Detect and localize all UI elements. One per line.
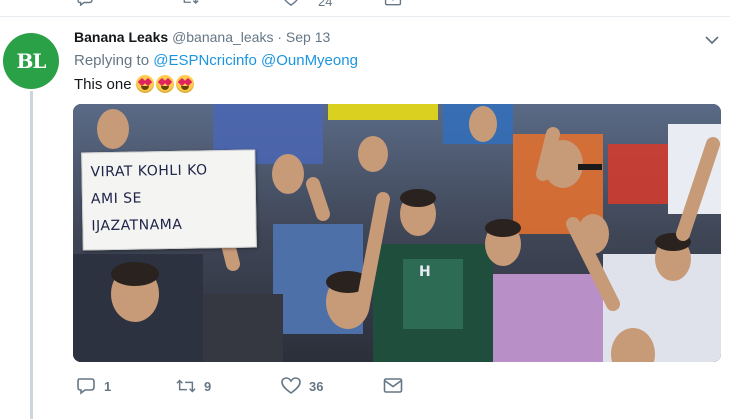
author-handle[interactable]: @banana_leaks	[172, 29, 273, 45]
like-button[interactable]: 36	[281, 375, 323, 397]
previous-tweet-actions	[0, 0, 730, 6]
mention-espncricinfo[interactable]: @ESPNcricinfo	[153, 52, 257, 69]
message-icon[interactable]	[384, 0, 402, 6]
heart-eyes-emoji	[135, 75, 154, 93]
sign-line-3: IJAZATNAMA	[91, 216, 183, 235]
tweet-actions: 1 9 36	[74, 375, 474, 397]
author-name[interactable]: Banana Leaks	[74, 29, 168, 45]
replying-to-line: Replying to @ESPNcricinfo @OunMyeong	[74, 52, 358, 69]
reply-count: 1	[104, 378, 112, 394]
tweet-header: Banana Leaks @banana_leaks · Sep 13	[74, 29, 330, 45]
retweet-icon[interactable]	[181, 0, 199, 6]
tweet-body: This one	[74, 75, 132, 93]
tweet-date[interactable]: Sep 13	[286, 29, 330, 45]
tweet-media-image[interactable]: H VIRAT KOHLI KO AMI SE IJAZATNAMA	[73, 104, 721, 362]
sign-line-1: VIRAT KOHLI KO	[90, 162, 208, 181]
chevron-down-icon[interactable]	[704, 34, 720, 46]
thread-connector-line	[30, 91, 33, 419]
replying-prefix: Replying to	[74, 52, 150, 69]
direct-message-button[interactable]	[383, 375, 403, 397]
avatar-initials: BL	[16, 49, 47, 73]
retweet-button[interactable]: 9	[176, 375, 211, 397]
avatar[interactable]: BL	[3, 33, 59, 89]
like-icon[interactable]	[282, 0, 300, 6]
reply-icon[interactable]	[76, 0, 94, 6]
tweet-text: This one	[74, 75, 194, 93]
header-separator: ·	[277, 29, 283, 45]
sign-line-2: AMI SE	[90, 190, 143, 208]
retweet-icon	[176, 379, 196, 393]
emoji-group	[135, 75, 194, 93]
tweet-divider	[0, 16, 730, 17]
mention-ounmyeong[interactable]: @OunMyeong	[261, 52, 358, 69]
retweet-count: 9	[204, 378, 212, 394]
previous-like-count: 24	[318, 0, 333, 9]
heart-eyes-emoji	[155, 75, 174, 93]
like-count: 36	[309, 378, 324, 394]
reply-icon	[77, 378, 95, 395]
like-icon	[281, 377, 301, 394]
reply-button[interactable]: 1	[76, 375, 111, 397]
heart-eyes-emoji	[175, 75, 194, 93]
fan-sign: VIRAT KOHLI KO AMI SE IJAZATNAMA	[81, 149, 257, 251]
jersey-text: H	[419, 264, 431, 280]
message-icon	[383, 378, 403, 393]
